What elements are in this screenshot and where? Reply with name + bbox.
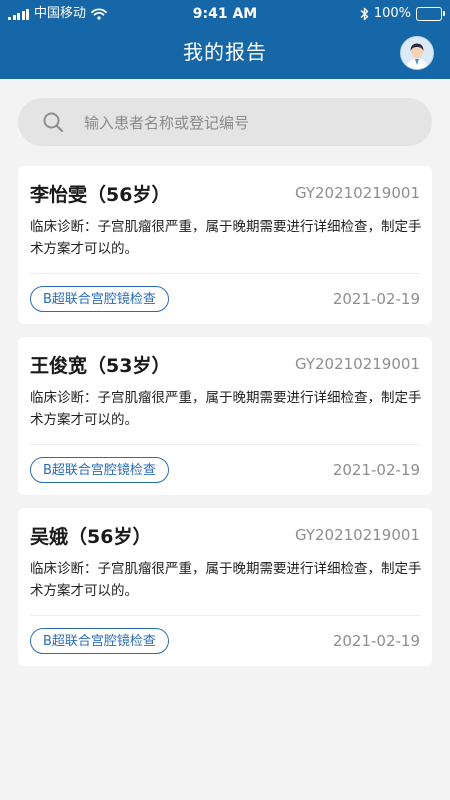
report-card[interactable]: 吴娥（56岁） GY20210219001 临床诊断：子宫肌瘤很严重，属于晚期需… xyxy=(18,508,432,666)
header-bar: 中国移动 9:41 AM 100% 我的报告 xyxy=(0,0,450,79)
bluetooth-icon xyxy=(360,7,369,21)
report-date: 2021-02-19 xyxy=(332,632,420,650)
doctor-avatar-icon[interactable] xyxy=(400,36,434,70)
report-date: 2021-02-19 xyxy=(332,290,420,308)
card-divider xyxy=(30,273,420,274)
clinical-diagnosis: 临床诊断：子宫肌瘤很严重，属于晚期需要进行详细检查，制定手术方案才可以的。 xyxy=(30,561,422,599)
avatar-illustration-icon xyxy=(401,37,433,69)
patient-name: 吴娥（56岁） xyxy=(30,526,152,548)
report-date: 2021-02-19 xyxy=(332,461,420,479)
exam-type-tag[interactable]: B超联合宫腔镜检查 xyxy=(30,628,169,654)
status-right: 100% xyxy=(360,0,445,28)
page-title: 我的报告 xyxy=(183,40,267,64)
report-card[interactable]: 王俊宽（53岁） GY20210219001 临床诊断：子宫肌瘤很严重，属于晚期… xyxy=(18,337,432,495)
exam-type-tag[interactable]: B超联合宫腔镜检查 xyxy=(30,457,169,483)
status-bar: 中国移动 9:41 AM 100% xyxy=(0,0,450,28)
clinical-diagnosis: 临床诊断：子宫肌瘤很严重，属于晚期需要进行详细检查，制定手术方案才可以的。 xyxy=(30,219,422,257)
registration-code: GY20210219001 xyxy=(294,526,420,544)
search-icon xyxy=(43,112,64,133)
search-input[interactable] xyxy=(82,98,416,148)
search-bar[interactable] xyxy=(18,98,432,148)
card-divider xyxy=(30,444,420,445)
patient-name: 王俊宽（53岁） xyxy=(30,355,171,377)
patient-name: 李怡雯（56岁） xyxy=(30,184,171,206)
battery-icon xyxy=(416,7,445,21)
battery-percent: 100% xyxy=(373,6,411,21)
report-card[interactable]: 李怡雯（56岁） GY20210219001 临床诊断：子宫肌瘤很严重，属于晚期… xyxy=(18,166,432,324)
registration-code: GY20210219001 xyxy=(294,355,420,373)
clinical-diagnosis: 临床诊断：子宫肌瘤很严重，属于晚期需要进行详细检查，制定手术方案才可以的。 xyxy=(30,390,422,428)
exam-type-tag[interactable]: B超联合宫腔镜检查 xyxy=(30,286,169,312)
registration-code: GY20210219001 xyxy=(294,184,420,202)
card-divider xyxy=(30,615,420,616)
